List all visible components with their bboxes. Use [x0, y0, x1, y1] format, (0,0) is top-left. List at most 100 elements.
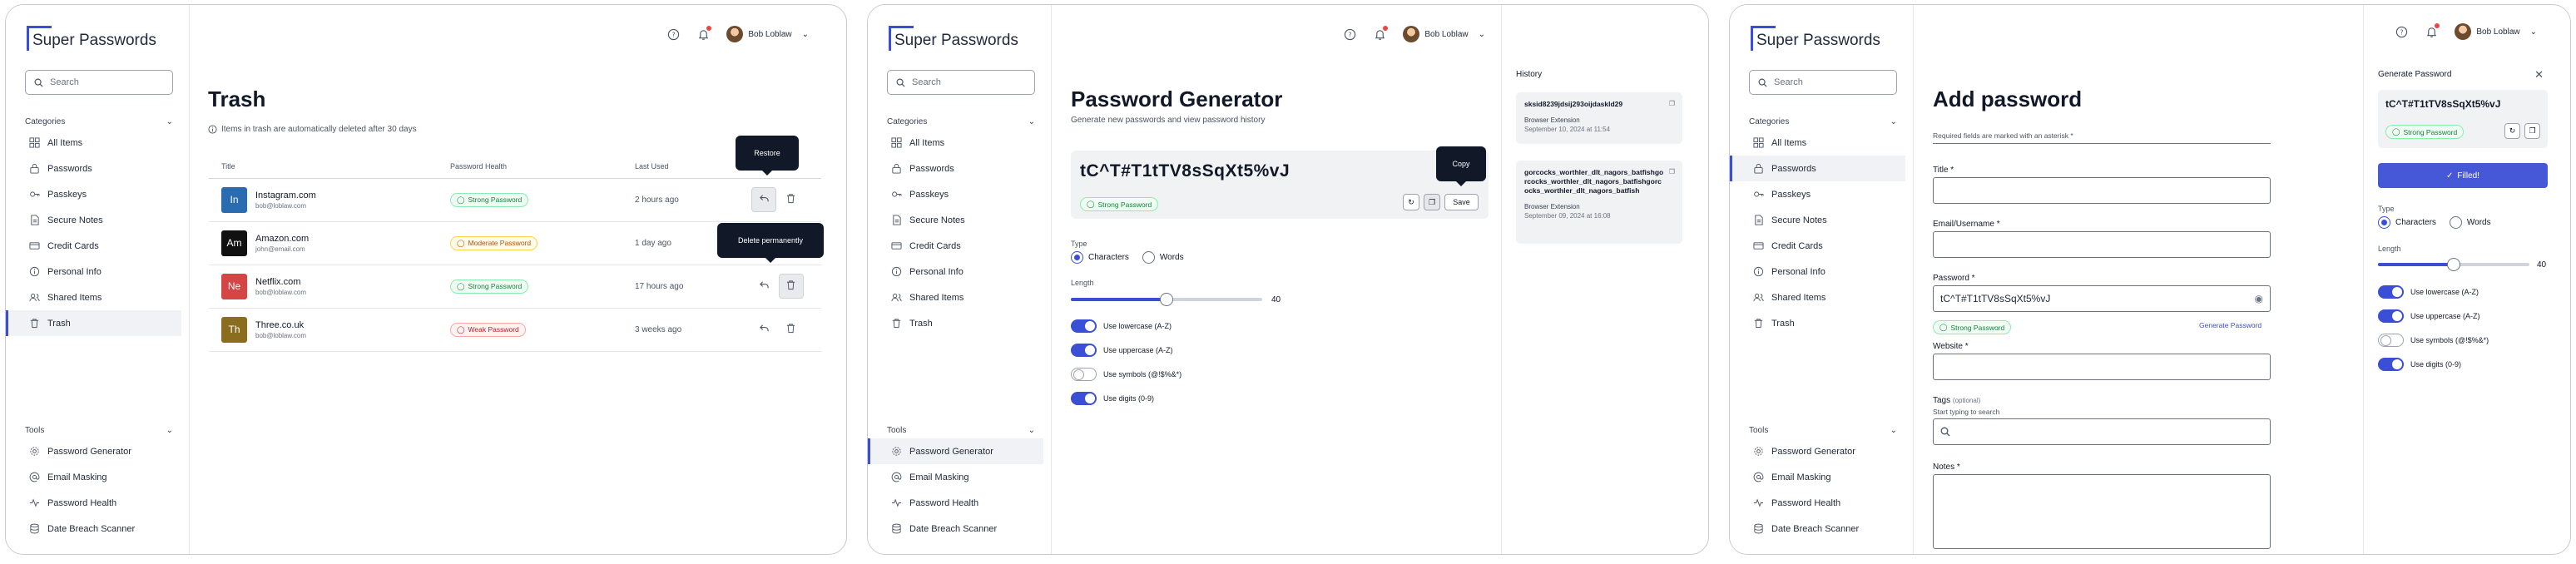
logo[interactable]: Super Passwords — [27, 26, 156, 51]
sidebar-item-trash[interactable]: Trash — [6, 310, 181, 336]
sidebar-item-all-items[interactable]: All Items — [6, 130, 181, 156]
help-icon[interactable]: ? — [1343, 27, 1356, 41]
delete-button[interactable] — [779, 187, 804, 212]
type-characters-radio[interactable]: Characters — [1071, 251, 1129, 264]
toggle-switch[interactable] — [1071, 368, 1097, 381]
sidebar-item-all-items[interactable]: All Items — [1730, 130, 1905, 156]
option-use-symbols[interactable]: Use symbols (@!$%&*) — [2378, 334, 2489, 347]
option-use-digits-0-9[interactable]: Use digits (0-9) — [2378, 358, 2461, 371]
sidebar-item-password-generator[interactable]: Password Generator — [6, 438, 181, 464]
option-use-uppercase-a-z[interactable]: Use uppercase (A-Z) — [2378, 309, 2480, 323]
history-item[interactable]: gorcocks_worthler_dlt_nagors_batfishgorc… — [1516, 161, 1682, 244]
sidebar-item-personal-info[interactable]: Personal Info — [6, 259, 181, 284]
bell-icon[interactable] — [1373, 26, 1389, 41]
sidebar-item-email-masking[interactable]: Email Masking — [1730, 464, 1905, 490]
sidebar-item-password-health[interactable]: Password Health — [868, 490, 1043, 516]
copy-button[interactable]: ❐ — [2524, 123, 2540, 139]
option-use-symbols[interactable]: Use symbols (@!$%&*) — [1071, 368, 1181, 381]
toggle-switch[interactable] — [1071, 319, 1097, 333]
sidebar-item-credit-cards[interactable]: Credit Cards — [868, 233, 1043, 259]
tools-header[interactable]: Tools ⌄ — [887, 426, 1035, 435]
sidebar-item-password-generator[interactable]: Password Generator — [1730, 438, 1905, 464]
regenerate-button[interactable]: ↻ — [2504, 123, 2520, 139]
logo[interactable]: Super Passwords — [889, 26, 1018, 51]
website-input[interactable] — [1933, 354, 2271, 380]
sidebar-item-email-masking[interactable]: Email Masking — [868, 464, 1043, 490]
option-use-uppercase-a-z[interactable]: Use uppercase (A-Z) — [1071, 344, 1173, 357]
sidebar-item-secure-notes[interactable]: Secure Notes — [868, 207, 1043, 233]
type-words-radio[interactable]: Words — [1142, 251, 1184, 264]
generate-password-link[interactable]: Generate Password — [2199, 321, 2261, 329]
delete-button[interactable] — [778, 274, 804, 299]
table-row[interactable]: Th Three.co.uk bob@loblaw.com ◯ Weak Passwor… — [209, 308, 821, 352]
sidebar-item-passkeys[interactable]: Passkeys — [6, 181, 181, 207]
sidebar-item-password-health[interactable]: Password Health — [6, 490, 181, 516]
search-input[interactable]: Search — [1749, 70, 1897, 95]
column-health[interactable]: Password Health — [450, 155, 635, 179]
password-input[interactable]: tC^T#T1tTV8sSqXt5%vJ ◉ — [1933, 285, 2271, 312]
slider-thumb[interactable] — [1160, 293, 1173, 306]
toggle-switch[interactable] — [2378, 309, 2404, 323]
eye-icon[interactable]: ◉ — [2255, 293, 2263, 304]
categories-header[interactable]: Categories ⌄ — [1749, 117, 1897, 126]
copy-icon[interactable]: ❐ — [1669, 168, 1675, 176]
length-slider[interactable] — [1071, 293, 1262, 306]
user-menu[interactable]: Bob Loblaw ⌄ — [2455, 23, 2537, 40]
table-row[interactable]: In Instagram.com bob@loblaw.com ◯ Strong Pas… — [209, 178, 821, 222]
generated-password[interactable]: tC^T#T1tTV8sSqXt5%vJ — [1080, 161, 1290, 181]
length-slider[interactable] — [2378, 258, 2529, 271]
sidebar-item-date-breach-scanner[interactable]: Date Breach Scanner — [868, 516, 1043, 542]
sidebar-item-passkeys[interactable]: Passkeys — [1730, 181, 1905, 207]
sidebar-item-credit-cards[interactable]: Credit Cards — [6, 233, 181, 259]
bell-icon[interactable] — [2425, 23, 2440, 38]
search-input[interactable]: Search — [887, 70, 1035, 95]
toggle-switch[interactable] — [2378, 285, 2404, 299]
sidebar-item-shared-items[interactable]: Shared Items — [1730, 284, 1905, 310]
sidebar-item-passwords[interactable]: Passwords — [6, 156, 181, 181]
help-icon[interactable]: ? — [666, 27, 680, 41]
option-use-digits-0-9[interactable]: Use digits (0-9) — [1071, 392, 1154, 405]
notes-textarea[interactable] — [1933, 474, 2271, 549]
option-use-lowercase-a-z[interactable]: Use lowercase (A-Z) — [2378, 285, 2479, 299]
sidebar-item-personal-info[interactable]: Personal Info — [868, 259, 1043, 284]
help-icon[interactable]: ? — [2395, 25, 2408, 38]
copy-button[interactable]: ❐ — [1424, 194, 1440, 210]
sidebar-item-shared-items[interactable]: Shared Items — [6, 284, 181, 310]
search-input[interactable]: Search — [25, 70, 173, 95]
table-row[interactable]: Ne Netflix.com bob@loblaw.com ◯ Strong Passw… — [209, 265, 821, 309]
toggle-switch[interactable] — [2378, 334, 2404, 347]
type-characters-radio[interactable]: Characters — [2378, 216, 2436, 229]
title-input[interactable] — [1933, 177, 2271, 204]
regenerate-button[interactable]: ↻ — [1403, 194, 1419, 210]
copy-icon[interactable]: ❐ — [1669, 100, 1675, 107]
user-menu[interactable]: Bob Loblaw ⌄ — [726, 26, 809, 42]
bell-icon[interactable] — [696, 26, 712, 41]
sidebar-item-password-generator[interactable]: Password Generator — [868, 438, 1043, 464]
sidebar-item-trash[interactable]: Trash — [1730, 310, 1905, 336]
sidebar-item-passwords[interactable]: Passwords — [1730, 156, 1905, 181]
delete-button[interactable] — [779, 317, 804, 342]
sidebar-item-trash[interactable]: Trash — [868, 310, 1043, 336]
option-use-lowercase-a-z[interactable]: Use lowercase (A-Z) — [1071, 319, 1172, 333]
sidebar-item-shared-items[interactable]: Shared Items — [868, 284, 1043, 310]
sidebar-item-email-masking[interactable]: Email Masking — [6, 464, 181, 490]
column-title[interactable]: Title — [209, 155, 450, 179]
filled-button[interactable]: ✓ Filled! — [2378, 163, 2548, 188]
slider-thumb[interactable] — [2447, 258, 2460, 271]
sidebar-item-secure-notes[interactable]: Secure Notes — [1730, 207, 1905, 233]
type-words-radio[interactable]: Words — [2449, 216, 2491, 229]
tools-header[interactable]: Tools ⌄ — [1749, 426, 1897, 435]
sidebar-item-secure-notes[interactable]: Secure Notes — [6, 207, 181, 233]
tools-header[interactable]: Tools ⌄ — [25, 426, 173, 435]
email-input[interactable] — [1933, 231, 2271, 258]
toggle-switch[interactable] — [2378, 358, 2404, 371]
categories-header[interactable]: Categories ⌄ — [25, 117, 173, 126]
toggle-switch[interactable] — [1071, 392, 1097, 405]
restore-button[interactable] — [751, 274, 776, 299]
restore-button[interactable] — [751, 317, 776, 342]
sidebar-item-credit-cards[interactable]: Credit Cards — [1730, 233, 1905, 259]
categories-header[interactable]: Categories ⌄ — [887, 117, 1035, 126]
panel-password[interactable]: tC^T#T1tTV8sSqXt5%vJ — [2385, 98, 2500, 110]
sidebar-item-date-breach-scanner[interactable]: Date Breach Scanner — [6, 516, 181, 542]
sidebar-item-password-health[interactable]: Password Health — [1730, 490, 1905, 516]
